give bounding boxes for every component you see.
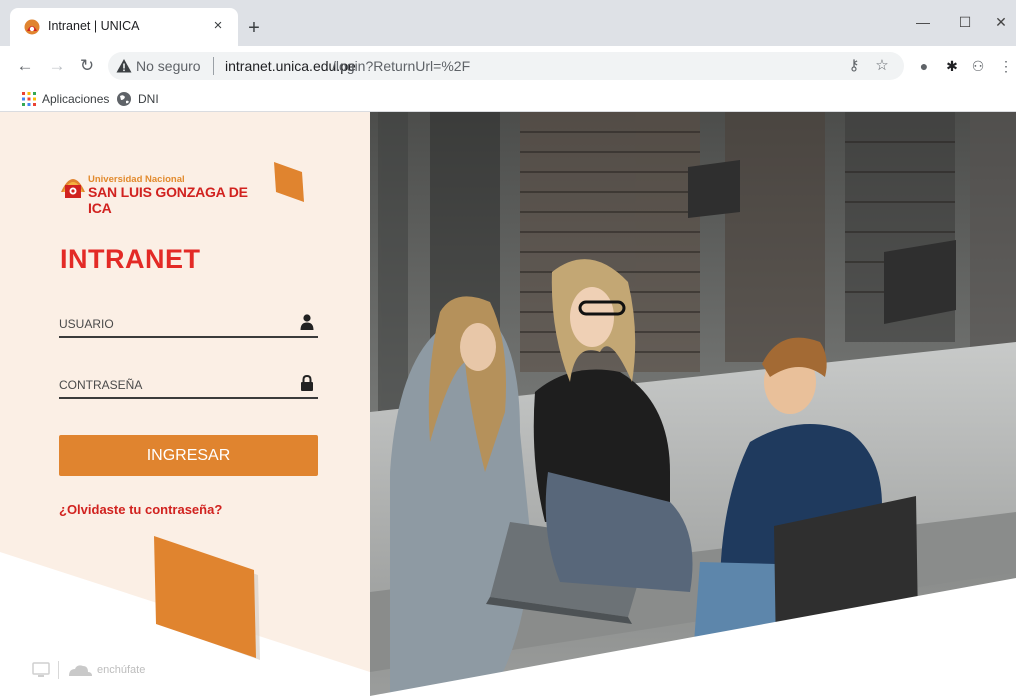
login-page: Universidad Nacional SAN LUIS GONZAGA DE…: [0, 112, 1016, 696]
tab-title: Intranet | UNICA: [48, 19, 140, 33]
url-path: /login?ReturnUrl=%2F: [332, 58, 471, 74]
bookmark-label: Aplicaciones: [42, 92, 110, 106]
logo-line-2: SAN LUIS GONZAGA DE ICA: [88, 184, 248, 216]
login-panel: Universidad Nacional SAN LUIS GONZAGA DE…: [0, 112, 370, 696]
login-submit-button[interactable]: INGRESAR: [59, 435, 318, 476]
warning-triangle-icon: [116, 59, 132, 73]
forgot-password-link[interactable]: ¿Olvidaste tu contraseña?: [59, 502, 222, 517]
address-bar[interactable]: No seguro intranet.unica.edu.pe /login?R…: [108, 52, 904, 80]
extension-leaf-icon[interactable]: ●: [914, 56, 934, 76]
footer-divider: [58, 661, 59, 679]
forward-arrow-icon[interactable]: →: [46, 55, 68, 77]
username-placeholder: USUARIO: [59, 317, 114, 331]
browser-tab-bar: Intranet | UNICA × + — ☐ ✕: [0, 0, 1016, 46]
password-placeholder: CONTRASEÑA: [59, 378, 143, 392]
bookmark-apps[interactable]: Aplicaciones: [22, 89, 109, 109]
maximize-button[interactable]: ☐: [950, 10, 980, 34]
star-bookmark-icon[interactable]: ☆: [872, 56, 892, 76]
address-separator: [213, 57, 214, 75]
back-arrow-icon[interactable]: ←: [14, 55, 36, 77]
username-field[interactable]: USUARIO: [59, 306, 318, 338]
bookmarks-bar: Aplicaciones DNI: [0, 86, 1016, 112]
extensions-puzzle-icon[interactable]: ✱: [942, 56, 962, 76]
tab-close-icon[interactable]: ×: [208, 16, 228, 36]
decor-dark-block-1: [688, 160, 740, 218]
decor-shape-top: [274, 162, 304, 202]
new-tab-button[interactable]: +: [244, 18, 264, 39]
students-illustration: [370, 112, 1016, 696]
unica-favicon-icon: [24, 19, 40, 35]
not-secure-label[interactable]: No seguro: [136, 58, 201, 74]
footer-brand: enchúfate: [32, 660, 145, 680]
cloud-plug-icon: [69, 665, 92, 676]
footer-brand-text: enchúfate: [97, 664, 146, 676]
reload-icon[interactable]: ↻: [76, 55, 98, 77]
chrome-menu-icon[interactable]: ⋮: [996, 56, 1016, 76]
lock-icon: [301, 375, 313, 391]
decor-dark-block-2: [884, 240, 956, 324]
bookmark-dni[interactable]: DNI: [116, 89, 159, 109]
profile-extension-icon[interactable]: ⚇: [968, 56, 988, 76]
university-emblem-icon: [61, 179, 85, 198]
window-close-button[interactable]: ✕: [986, 10, 1016, 34]
browser-tab-active[interactable]: Intranet | UNICA ×: [10, 8, 238, 46]
globe-icon: [117, 92, 131, 106]
minimize-button[interactable]: —: [908, 10, 938, 34]
browser-toolbar: ← → ↻ No seguro intranet.unica.edu.pe /l…: [0, 46, 1016, 86]
university-logo: Universidad Nacional SAN LUIS GONZAGA DE…: [60, 170, 250, 216]
bookmark-label: DNI: [138, 92, 159, 106]
hero-photo: [370, 112, 1016, 696]
password-field[interactable]: CONTRASEÑA: [59, 367, 318, 399]
key-icon[interactable]: ⚷: [844, 56, 864, 76]
apps-grid-icon: [22, 92, 36, 106]
user-icon: [300, 314, 314, 330]
monitor-icon: [32, 662, 50, 677]
page-title: INTRANET: [60, 244, 201, 274]
